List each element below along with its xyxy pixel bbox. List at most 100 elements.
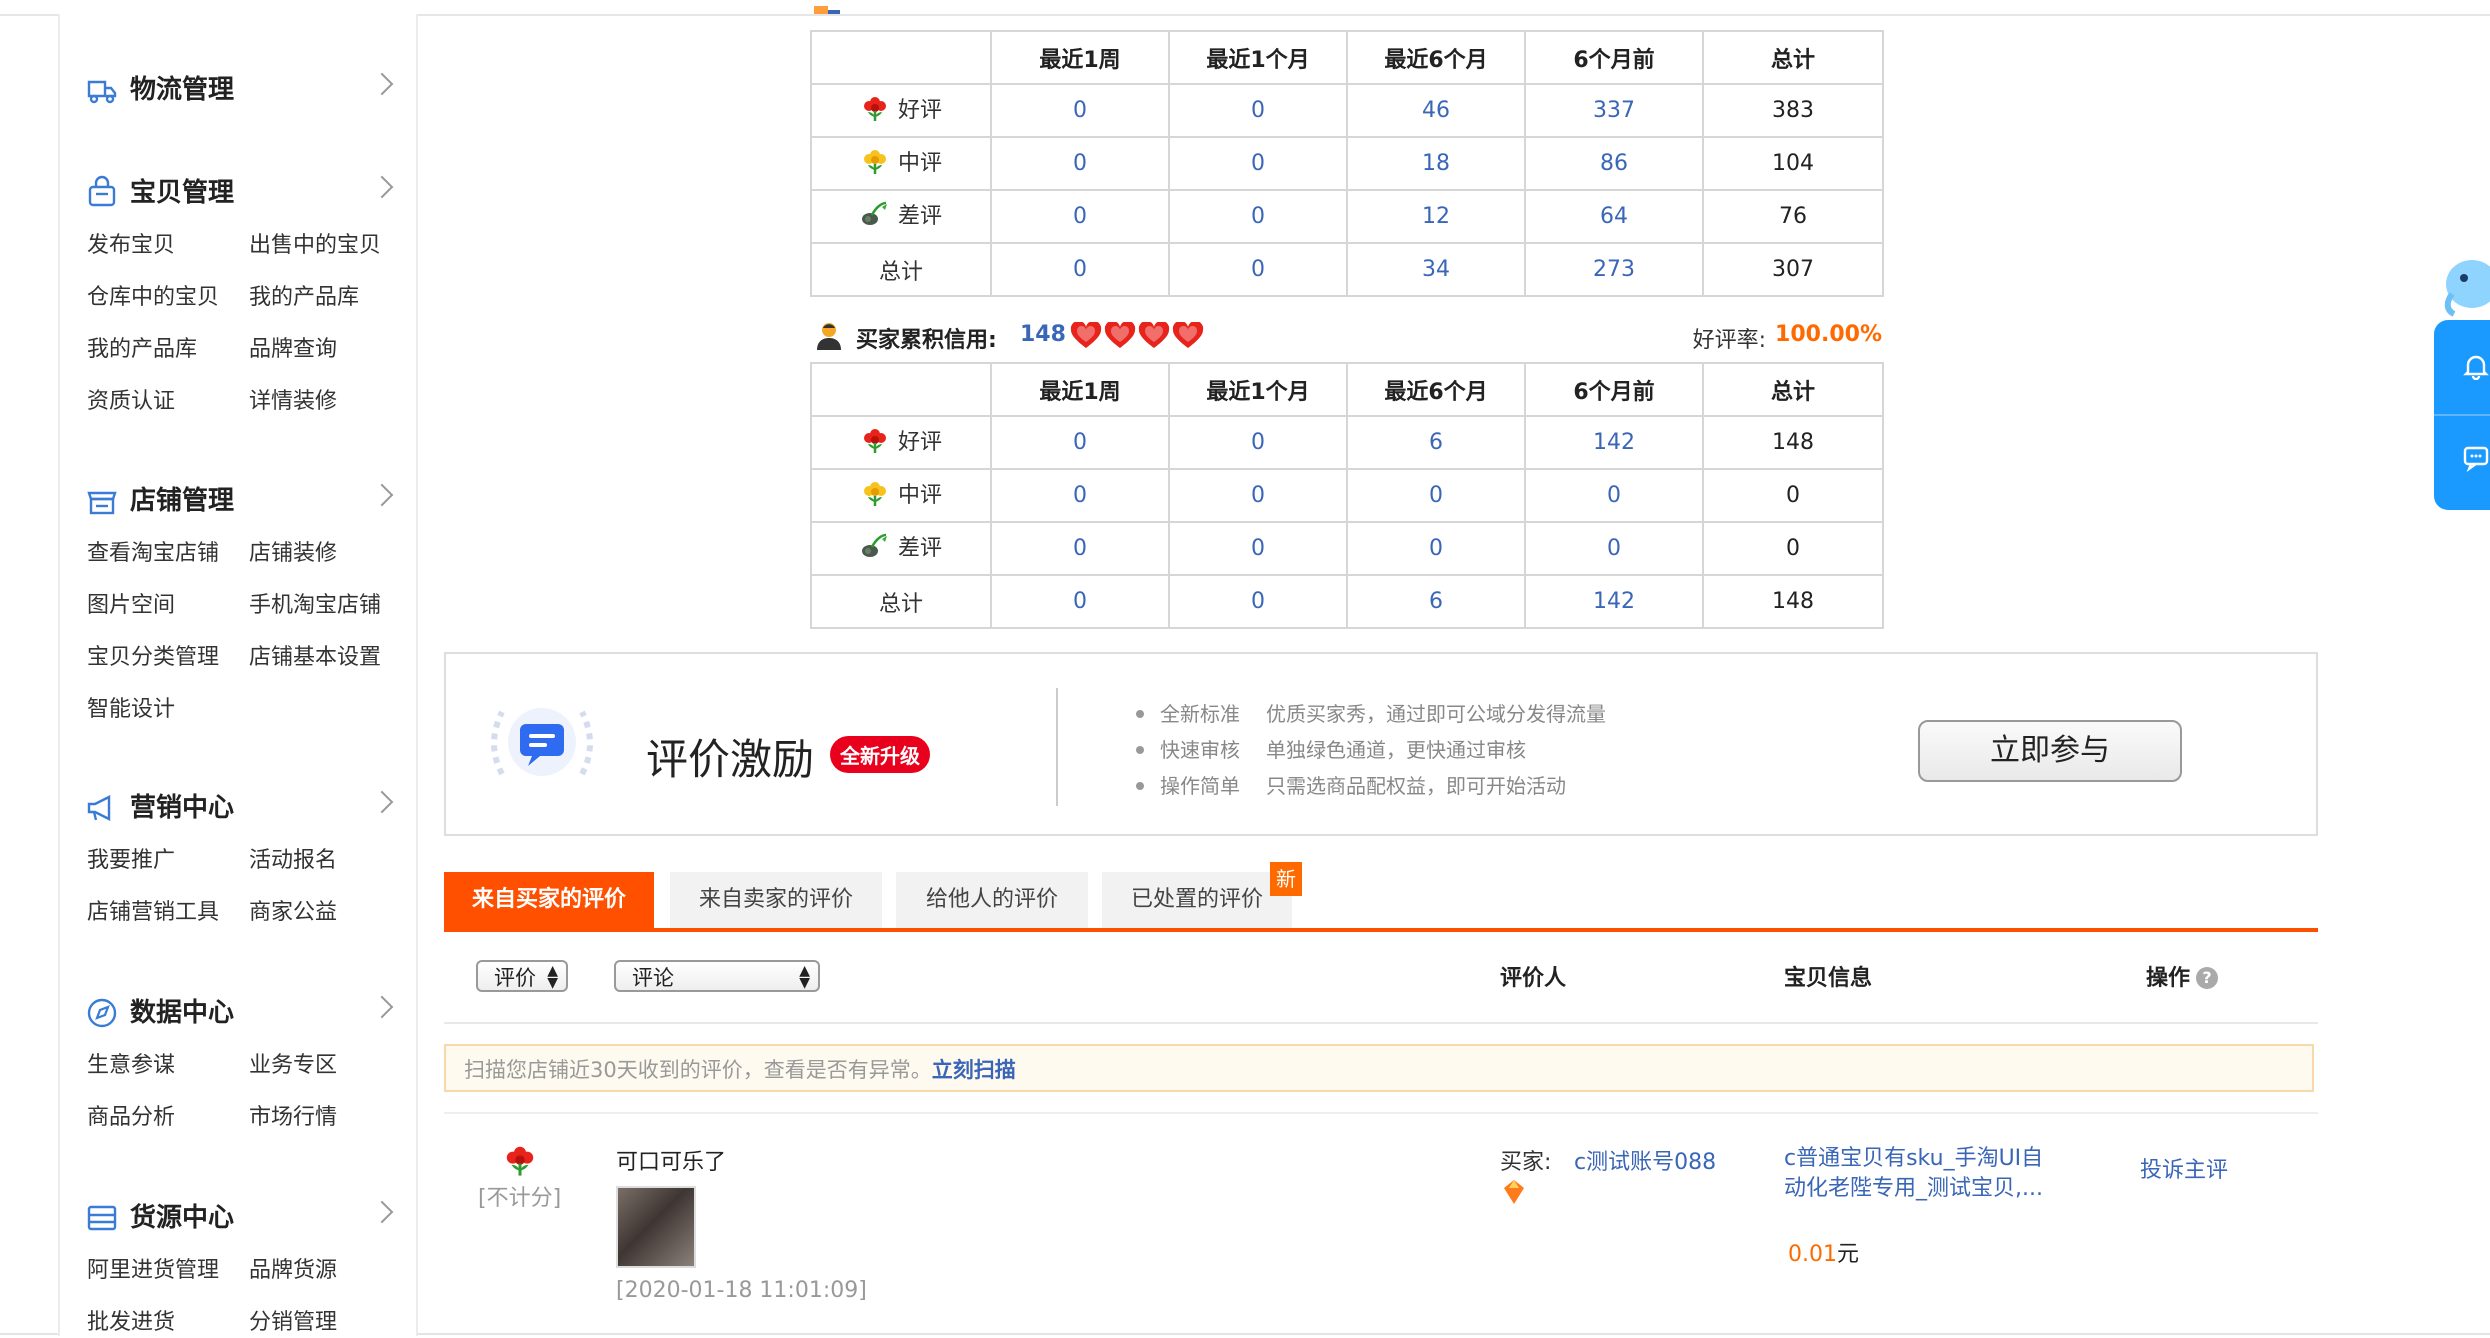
count-link[interactable]: 0: [990, 189, 1170, 244]
sidebar-item-list: 生意参谋 业务专区 商品分析 市场行情: [60, 1051, 416, 1133]
count-link[interactable]: 0: [1346, 521, 1526, 576]
sidebar-group-header[interactable]: 宝贝管理: [60, 169, 416, 219]
count-link[interactable]: 0: [990, 242, 1170, 297]
count-link[interactable]: 142: [1524, 415, 1704, 470]
sidebar-item[interactable]: 店铺营销工具: [87, 898, 249, 928]
sidebar-group-header[interactable]: 营销中心: [60, 784, 416, 834]
count-link[interactable]: 0: [990, 136, 1170, 191]
bullet-dot: [1136, 710, 1144, 718]
sidebar-item[interactable]: 业务专区: [249, 1051, 411, 1081]
chat-icon[interactable]: [2462, 444, 2490, 472]
count-link[interactable]: 142: [1524, 574, 1704, 629]
tab-from-sellers[interactable]: 来自卖家的评价: [670, 872, 882, 928]
sidebar-group-header[interactable]: 数据中心: [60, 989, 416, 1039]
count-link[interactable]: 12: [1346, 189, 1526, 244]
sidebar-item[interactable]: 市场行情: [249, 1103, 411, 1133]
sidebar-item-list: 阿里进货管理 品牌货源 批发进货 分销管理: [60, 1256, 416, 1338]
sidebar-item[interactable]: 我的产品库: [87, 335, 249, 365]
sidebar-item[interactable]: 智能设计: [87, 695, 249, 725]
sidebar-item[interactable]: 生意参谋: [87, 1051, 249, 1081]
count-link[interactable]: 337: [1524, 83, 1704, 138]
comment-select[interactable]: 评论 ▲ ▼: [614, 960, 820, 992]
count-link[interactable]: 0: [1168, 574, 1348, 629]
sidebar-item[interactable]: 出售中的宝贝: [249, 231, 411, 261]
buyer-level-icon: [1504, 1180, 1524, 1204]
join-now-button[interactable]: 立即参与: [1918, 720, 2182, 782]
truck-icon: [87, 80, 117, 104]
chat-badge-icon: [491, 708, 593, 776]
sidebar-item[interactable]: 手机淘宝店铺: [249, 591, 411, 621]
count-link[interactable]: 0: [990, 83, 1170, 138]
count-link[interactable]: 0: [1168, 242, 1348, 297]
count-link[interactable]: 0: [990, 521, 1170, 576]
count-link[interactable]: 0: [1168, 189, 1348, 244]
sidebar-item[interactable]: 阿里进货管理: [87, 1256, 249, 1286]
bell-icon[interactable]: [2462, 352, 2490, 380]
tab-from-buyers[interactable]: 来自买家的评价: [444, 872, 654, 928]
count-link[interactable]: 273: [1524, 242, 1704, 297]
table-header-cell: 最近6个月: [1346, 362, 1526, 417]
sidebar-item[interactable]: 店铺基本设置: [249, 643, 411, 673]
sidebar-item[interactable]: 店铺装修: [249, 539, 411, 569]
row-label-cell: 好评: [810, 415, 992, 470]
count-link[interactable]: 0: [1524, 468, 1704, 523]
count-link[interactable]: 0: [1168, 468, 1348, 523]
table-header-cell: 最近6个月: [1346, 30, 1526, 85]
sidebar-item[interactable]: 我要推广: [87, 846, 249, 876]
sidebar-item[interactable]: 活动报名: [249, 846, 411, 876]
count-link[interactable]: 6: [1346, 415, 1526, 470]
count-link[interactable]: 0: [990, 415, 1170, 470]
sidebar-item[interactable]: 图片空间: [87, 591, 249, 621]
sidebar-group-title: 营销中心: [130, 793, 235, 823]
mascot-icon[interactable]: [2438, 254, 2490, 324]
count-link[interactable]: 0: [990, 574, 1170, 629]
wilted-flower-icon: [860, 199, 890, 229]
help-icon[interactable]: ?: [2196, 967, 2219, 989]
sidebar-item[interactable]: 品牌货源: [249, 1256, 411, 1286]
sidebar-item[interactable]: 详情装修: [249, 387, 411, 417]
sidebar-item[interactable]: 品牌查询: [249, 335, 411, 365]
sidebar-group-header[interactable]: 货源中心: [60, 1194, 416, 1244]
sidebar-item[interactable]: 仓库中的宝贝: [87, 283, 249, 313]
chevron-right-icon: [370, 483, 394, 507]
count-link[interactable]: 0: [1168, 136, 1348, 191]
tab-handled[interactable]: 已处置的评价: [1102, 872, 1292, 928]
count-link[interactable]: 34: [1346, 242, 1526, 297]
item-title-link[interactable]: c普通宝贝有sku_手淘UI自动化老陛专用_测试宝贝,...: [1784, 1144, 2044, 1204]
scan-now-link[interactable]: 立刻扫描: [932, 1058, 1016, 1082]
count-link[interactable]: 46: [1346, 83, 1526, 138]
sidebar-item[interactable]: 我的产品库: [249, 283, 411, 313]
sidebar-item[interactable]: 商家公益: [249, 898, 411, 928]
review-tabs: 来自买家的评价 来自卖家的评价 给他人的评价 已处置的评价 新: [444, 862, 2318, 932]
review-photo-thumbnail[interactable]: [616, 1186, 696, 1268]
sidebar-item[interactable]: 资质认证: [87, 387, 249, 417]
count-link[interactable]: 0: [1168, 521, 1348, 576]
count-link[interactable]: 0: [1524, 521, 1704, 576]
count-link[interactable]: 86: [1524, 136, 1704, 191]
count-link[interactable]: 6: [1346, 574, 1526, 629]
row-label: 中评: [897, 151, 942, 176]
new-badge: 新: [1270, 862, 1302, 896]
sidebar-group-header[interactable]: 店铺管理: [60, 477, 416, 527]
rating-select[interactable]: 评价 ▲ ▼: [476, 960, 568, 992]
count-link[interactable]: 18: [1346, 136, 1526, 191]
chevron-right-icon: [370, 1200, 394, 1224]
buyer-credit-label: 买家累积信用:: [856, 328, 997, 353]
sidebar-item[interactable]: 发布宝贝: [87, 231, 249, 261]
count-link[interactable]: 0: [1168, 83, 1348, 138]
count-link[interactable]: 0: [1168, 415, 1348, 470]
sidebar-item[interactable]: 宝贝分类管理: [87, 643, 249, 673]
complain-review-link[interactable]: 投诉主评: [2140, 1152, 2228, 1184]
buyer-credit-score[interactable]: 148: [1020, 322, 1066, 347]
tab-given-to-others[interactable]: 给他人的评价: [896, 872, 1088, 928]
sidebar-item[interactable]: 分销管理: [249, 1308, 411, 1338]
sidebar-item[interactable]: 查看淘宝店铺: [87, 539, 249, 569]
sidebar-item[interactable]: 商品分析: [87, 1103, 249, 1133]
count-link[interactable]: 0: [990, 468, 1170, 523]
count-link[interactable]: 64: [1524, 189, 1704, 244]
count-link[interactable]: 0: [1346, 468, 1526, 523]
sidebar-item[interactable]: 批发进货: [87, 1308, 249, 1338]
buyer-name-link[interactable]: c测试账号088: [1574, 1144, 1716, 1176]
total-cell: 307: [1702, 242, 1884, 297]
sidebar-group-header[interactable]: 物流管理: [60, 66, 416, 116]
